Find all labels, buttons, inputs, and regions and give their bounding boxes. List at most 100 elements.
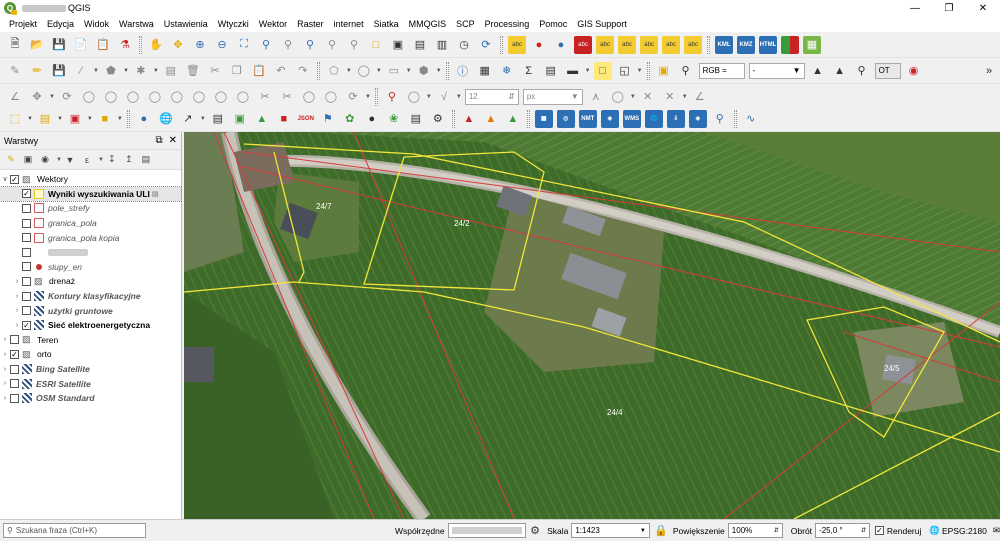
attribute-table-icon[interactable]: ▦ xyxy=(476,62,494,80)
curve-plugin-icon[interactable]: ∿ xyxy=(742,110,760,128)
menu-raster[interactable]: Raster xyxy=(292,16,329,32)
layer-checkbox[interactable] xyxy=(22,218,31,228)
expand-arrow-icon[interactable]: › xyxy=(0,336,10,343)
quickmapservices-icon[interactable]: 🌐 xyxy=(157,110,175,128)
leaf-plugin-icon[interactable]: ✿ xyxy=(341,110,359,128)
scale-select[interactable]: 1:1423 ▼ xyxy=(571,523,650,538)
expand-arrow-icon[interactable]: › xyxy=(12,322,22,329)
locator-search-input[interactable]: ⚲ Szukana fraza (Ctrl+K) xyxy=(3,523,146,538)
self-snapping-icon[interactable]: ✕ xyxy=(661,88,679,106)
layer-checkbox[interactable]: ✓ xyxy=(10,349,19,359)
avoid-overlap-icon[interactable]: ◯ xyxy=(609,88,627,106)
rotation-input[interactable]: -25,0 ° ⇵ xyxy=(815,523,871,538)
temporal-controller-icon[interactable]: ◷ xyxy=(455,36,473,54)
layer-checkbox[interactable] xyxy=(22,262,31,272)
measure-icon[interactable]: ▬ xyxy=(564,62,582,80)
offset-curve-icon[interactable]: ◯ xyxy=(234,88,252,106)
vertex-tool-icon[interactable]: ✱ xyxy=(132,62,150,80)
label-abc-red-icon[interactable]: abc xyxy=(574,35,592,54)
zoom-to-selection-icon[interactable]: ⚲ xyxy=(257,36,275,54)
expand-all-icon[interactable]: ↧ xyxy=(105,153,119,167)
new-map-view-icon[interactable]: □ xyxy=(367,36,385,54)
minimize-button[interactable]: — xyxy=(898,3,932,14)
layer-checkbox[interactable] xyxy=(10,393,19,403)
snapping-tolerance-input[interactable]: 12 ⇵ xyxy=(464,88,519,105)
delete-ring-icon[interactable]: ◯ xyxy=(168,88,186,106)
split-features-icon[interactable]: ✂ xyxy=(256,88,274,106)
select-features-icon[interactable]: ⬚ xyxy=(6,110,24,128)
layer-siec-elektroenergetyczna[interactable]: › ✓ Sieć elektroenergetyczna xyxy=(0,318,181,333)
simplify-icon[interactable]: ◯ xyxy=(80,88,98,106)
layer-pole-strefy[interactable]: pole_strefy xyxy=(0,201,181,216)
menu-widok[interactable]: Widok xyxy=(79,16,114,32)
layers-gs-icon[interactable]: ◈ xyxy=(600,109,619,128)
menu-processing[interactable]: Processing xyxy=(480,16,535,32)
float-panel-icon[interactable]: ⧉ xyxy=(155,135,162,146)
modify-attributes-icon[interactable]: ▤ xyxy=(162,62,180,80)
layer-group-orto[interactable]: › ✓ ▨ orto xyxy=(0,347,181,362)
histogram-icon[interactable]: ▲ xyxy=(831,62,849,80)
python-console-icon[interactable]: ● xyxy=(135,110,153,128)
menu-ustawienia[interactable]: Ustawienia xyxy=(159,16,213,32)
menu-wektor[interactable]: Wektor xyxy=(254,16,292,32)
label-abc-icon[interactable]: abc xyxy=(508,35,526,54)
statistics-icon[interactable]: Σ xyxy=(520,62,538,80)
collapse-all-icon[interactable]: ↥ xyxy=(122,153,136,167)
layer-checkbox[interactable] xyxy=(22,233,31,243)
add-regular-polygon-icon[interactable]: ⬢ xyxy=(415,62,433,80)
label-change-icon[interactable]: abc xyxy=(640,35,658,54)
zoom-in-icon[interactable]: ⊕ xyxy=(191,36,209,54)
collapse-arrow-icon[interactable]: ∨ xyxy=(0,175,10,183)
menu-siatka[interactable]: Siatka xyxy=(369,16,404,32)
nmt-icon[interactable]: NMT xyxy=(578,109,597,128)
refresh-icon[interactable]: ⟳ xyxy=(477,36,495,54)
flag-plugin-icon[interactable]: ⚑ xyxy=(319,110,337,128)
layer-uzytki-gruntowe[interactable]: › użytki gruntowe xyxy=(0,303,181,318)
add-circle-icon[interactable]: ◯ xyxy=(355,62,373,80)
undo-icon[interactable]: ↶ xyxy=(272,62,290,80)
menu-projekt[interactable]: Projekt xyxy=(4,16,42,32)
digitize-shape-icon[interactable]: ⬠ xyxy=(325,62,343,80)
digitize-line-icon[interactable]: ∕ xyxy=(72,62,90,80)
layer-style-icon[interactable]: ✎ xyxy=(4,153,18,167)
coordinate-field[interactable] xyxy=(447,523,527,538)
add-polygon-icon[interactable]: ⬟ xyxy=(102,62,120,80)
merge-features-icon[interactable]: ◯ xyxy=(300,88,318,106)
globe-plugin-icon[interactable]: ● xyxy=(363,110,381,128)
layer-group-drenaz[interactable]: › ▨ drenaż xyxy=(0,274,181,289)
layer-checkbox[interactable]: ✓ xyxy=(22,320,31,330)
save-project-icon[interactable]: 💾 xyxy=(50,36,68,54)
merge-attributes-icon[interactable]: ◯ xyxy=(322,88,340,106)
zoom-to-layer-icon[interactable]: ⚲ xyxy=(279,36,297,54)
layout-manager-icon[interactable]: 📋 xyxy=(94,36,112,54)
layer-checkbox[interactable] xyxy=(22,247,31,257)
layer-granica-pola[interactable]: granica_pola xyxy=(0,216,181,231)
terrain-plugin-icon[interactable]: ▲ xyxy=(253,110,271,128)
label-pin-all-icon[interactable]: abc xyxy=(684,35,702,54)
label-move-icon[interactable]: abc xyxy=(596,35,614,54)
crs-button[interactable]: EPSG:2180 xyxy=(942,526,987,536)
fill-ring-icon[interactable]: ◯ xyxy=(146,88,164,106)
gis-support-3-icon[interactable]: ▲ xyxy=(504,110,522,128)
ot-button[interactable]: OT xyxy=(874,62,901,79)
contrast-stretch-icon[interactable]: ▲ xyxy=(809,62,827,80)
deselect-icon[interactable]: ▣ xyxy=(66,110,84,128)
menu-pomoc[interactable]: Pomoc xyxy=(534,16,572,32)
advanced-digitize-icon[interactable]: ∠ xyxy=(6,88,24,106)
show-bookmarks-icon[interactable]: ▥ xyxy=(433,36,451,54)
layer-colors-icon[interactable] xyxy=(781,35,799,54)
zoom-out-icon[interactable]: ⊖ xyxy=(213,36,231,54)
label-pin-icon[interactable]: ● xyxy=(530,36,548,54)
chart-plugin-icon[interactable]: ▤ xyxy=(407,110,425,128)
add-part-icon[interactable]: ◯ xyxy=(124,88,142,106)
redo-icon[interactable]: ↷ xyxy=(294,62,312,80)
snapping-mode-icon[interactable]: ◯ xyxy=(405,88,423,106)
toggle-editing-icon[interactable]: ✏ xyxy=(28,62,46,80)
uldk-icon[interactable]: ▦ xyxy=(534,109,553,128)
close-panel-icon[interactable]: ✕ xyxy=(169,135,177,146)
cut-features-icon[interactable]: ✂ xyxy=(206,62,224,80)
layer-group-wektory[interactable]: ∨ ✓ ▨ Wektory xyxy=(0,172,181,187)
gis-support-2-icon[interactable]: ▲ xyxy=(482,110,500,128)
new-print-layout-icon[interactable]: 📄 xyxy=(72,36,90,54)
butterfly-plugin-icon[interactable]: ❀ xyxy=(385,110,403,128)
